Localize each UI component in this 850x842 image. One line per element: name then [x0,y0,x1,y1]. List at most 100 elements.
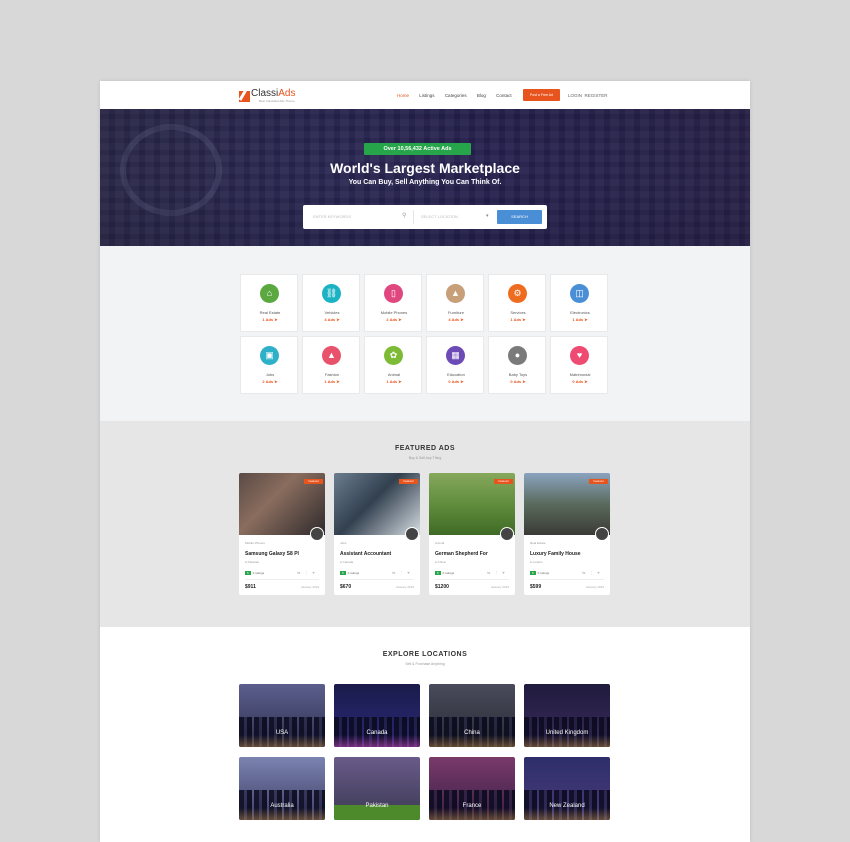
location-card-canada[interactable]: Canada [334,684,420,747]
category-card[interactable]: ♥ Matrimonial 0 Ads ➤ [550,336,608,394]
location-card-usa[interactable]: USA [239,684,325,747]
nav-categories[interactable]: Categories [445,93,467,98]
phone-icon: ▯ [384,284,403,303]
avatar[interactable] [500,527,514,541]
location-label: France [462,803,482,809]
section-title: FEATURED ADS [394,445,456,452]
category-card[interactable]: ▲ Furniture 4 Ads ➤ [426,274,484,332]
nav-listings[interactable]: Listings [419,93,434,98]
location-card-pakistan[interactable]: Pakistan [334,757,420,820]
ad-actions: ⇆⋮♥ [582,570,604,575]
category-count: 1 Ads ➤ [324,379,340,384]
home-icon: ⌂ [260,284,279,303]
heart-icon[interactable]: ♥ [312,570,318,575]
category-name: Jobs [265,372,275,377]
ad-category[interactable]: Jobs [340,541,346,545]
category-card[interactable]: ▯ Mobile Phones 2 Ads ➤ [364,274,422,332]
monitor-icon: ◫ [570,284,589,303]
ad-title[interactable]: Assistant Accountant [340,551,391,557]
category-card[interactable]: ⚙ Services 1 Ads ➤ [488,274,546,332]
shirt-icon: ▲ [322,346,341,365]
category-card[interactable]: ▦ Education 0 Ads ➤ [426,336,484,394]
hero-banner: Over 10,56,432 Active Ads World's Larges… [100,109,750,246]
nav-blog[interactable]: Blog [477,93,486,98]
active-ads-badge: Over 10,56,432 Active Ads [364,143,471,155]
login-link[interactable]: LOGIN [568,93,582,98]
category-count: 2 Ads ➤ [386,317,402,322]
ad-price: $1200 [435,584,449,590]
featured-ribbon: Featured [399,479,418,484]
category-name: Mobile Phones [380,310,408,315]
keyword-input[interactable]: ENTER KEYWORDS [313,214,351,219]
logo-suffix: Ads [278,88,296,99]
heart-icon[interactable]: ♥ [597,570,603,575]
ad-card[interactable]: Featured Jobs Assistant Accountant ● Can… [334,473,420,595]
location-select[interactable]: SELECT LOCATION [421,214,458,219]
location-card-united-kingdom[interactable]: United Kingdom [524,684,610,747]
category-name: Real Estate [259,310,281,315]
category-card[interactable]: ▣ Jobs 2 Ads ➤ [240,336,298,394]
location-card-australia[interactable]: Australia [239,757,325,820]
page: ClassiAds Best Classified Ads Theme Home… [100,81,750,842]
ad-title[interactable]: German Shepherd For [435,551,488,557]
section-subtitle: Sell & Purchase Anything [405,662,445,666]
ad-card[interactable]: Featured Mobile Phones Samsung Galaxy S8… [239,473,325,595]
search-button[interactable]: SEARCH [497,210,542,224]
heart-icon[interactable]: ♥ [407,570,413,575]
featured-ribbon: Featured [304,479,323,484]
category-card[interactable]: ⌂ Real Estate 1 Ads ➤ [240,274,298,332]
heart-icon[interactable]: ♥ [502,570,508,575]
location-label: China [464,730,480,736]
category-count: 4 Ads ➤ [448,317,464,322]
ad-location: ● London [530,560,543,564]
category-card[interactable]: ◫ Electronics 1 Ads ➤ [550,274,608,332]
ad-category[interactable]: Animal [435,541,444,545]
briefcase-icon: ▣ [260,346,279,365]
category-name: Fashion [324,372,340,377]
avatar[interactable] [310,527,324,541]
ad-title[interactable]: Samsung Galaxy S8 Pl [245,551,299,557]
duck-icon: ● [508,346,527,365]
hero-subtitle: You Can Buy, Sell Anything You Can Think… [348,179,502,186]
ad-card[interactable]: Featured Animal German Shepherd For ● Ch… [429,473,515,595]
ad-location: ● Pakistan [245,560,260,564]
location-card-france[interactable]: France [429,757,515,820]
category-card[interactable]: ✿ Animal 1 Ads ➤ [364,336,422,394]
book-icon: ▦ [446,346,465,365]
explore-locations-section: EXPLORE LOCATIONS Sell & Purchase Anythi… [100,627,750,842]
register-link[interactable]: REGISTER [585,93,608,98]
category-card[interactable]: ● Baby Toys 0 Ads ➤ [488,336,546,394]
category-name: Matrimonial [569,372,591,377]
location-label: USA [275,730,289,736]
category-card[interactable]: ⛓ Vehicles 4 Ads ➤ [302,274,360,332]
section-title: EXPLORE LOCATIONS [382,651,468,658]
avatar[interactable] [405,527,419,541]
ad-date: January 2019 [490,585,509,589]
location-label: Canada [366,730,388,736]
ad-category[interactable]: Mobile Phones [245,541,265,545]
nav-home[interactable]: Home [397,93,409,98]
ad-rating: 50 ratings [340,571,360,575]
category-card[interactable]: ▲ Fashion 1 Ads ➤ [302,336,360,394]
post-ad-button[interactable]: Post a Free Ad [523,89,560,101]
search-bar: ENTER KEYWORDS ⚲ SELECT LOCATION ▾ SEARC… [303,205,547,229]
ad-price: $670 [340,584,352,590]
category-name: Furniture [447,310,464,315]
location-label: Australia [270,803,294,809]
avatar[interactable] [595,527,609,541]
paw-icon: ✿ [384,346,403,365]
top-navbar: ClassiAds Best Classified Ads Theme Home… [100,81,750,109]
location-card-new-zealand[interactable]: New Zealand [524,757,610,820]
main-nav: Home Listings Categories Blog Contact [397,93,521,98]
nav-contact[interactable]: Contact [496,93,512,98]
ad-card[interactable]: Featured Real Estate Luxury Family House… [524,473,610,595]
category-count: 0 Ads ➤ [572,379,588,384]
ad-category[interactable]: Real Estate [530,541,546,545]
lamp-icon: ▲ [446,284,465,303]
ad-price: $599 [530,584,542,590]
location-card-china[interactable]: China [429,684,515,747]
car-icon: ⛓ [322,284,341,303]
ad-title[interactable]: Luxury Family House [530,551,581,557]
category-name: Vehicles [324,310,340,315]
category-count: 4 Ads ➤ [324,317,340,322]
